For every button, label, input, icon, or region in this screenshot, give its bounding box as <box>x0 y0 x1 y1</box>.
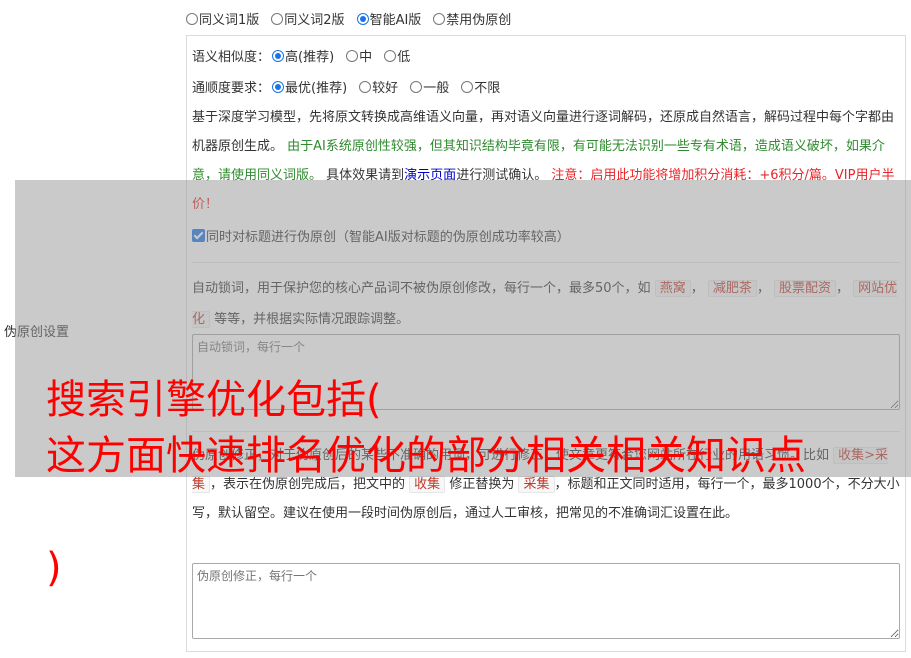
mode-option-smart-ai[interactable]: 智能AI版 <box>356 9 422 28</box>
option-label: 低 <box>397 50 411 65</box>
mode-label: 禁用伪原创 <box>446 13 512 28</box>
headline-line: 这方面快速排名优化的部分相关相关知识点 <box>46 433 806 479</box>
mode-option-synonym-v1[interactable]: 同义词1版 <box>186 9 259 28</box>
mode-selector: 同义词1版 同义词2版 智能AI版 禁用伪原创 <box>186 9 511 28</box>
fluency-row: 通顺度要求： 最优(推荐) 较好 一般 不限 <box>192 77 500 96</box>
mode-label: 同义词2版 <box>284 13 345 28</box>
fluency-option-normal[interactable]: 一般 <box>410 77 449 96</box>
mode-option-synonym-v2[interactable]: 同义词2版 <box>271 9 345 28</box>
headline-line: 搜索引擎优化包括( <box>46 377 382 423</box>
option-label: 一般 <box>423 81 450 96</box>
radio-checked-icon[interactable] <box>356 12 369 25</box>
similarity-row: 语义相似度： 高(推荐) 中 低 <box>192 46 410 65</box>
fluency-option-unlimited[interactable]: 不限 <box>461 77 500 96</box>
similarity-option-low[interactable]: 低 <box>384 46 410 65</box>
radio-icon[interactable] <box>346 49 359 62</box>
option-label: 不限 <box>474 81 501 96</box>
radio-icon[interactable] <box>433 12 446 25</box>
radio-icon[interactable] <box>410 80 423 93</box>
option-label: 高(推荐) <box>285 50 335 65</box>
fluency-option-good[interactable]: 较好 <box>359 77 398 96</box>
mode-option-disable[interactable]: 禁用伪原创 <box>433 9 511 28</box>
similarity-option-medium[interactable]: 中 <box>346 46 372 65</box>
mode-label: 同义词1版 <box>199 13 260 28</box>
radio-icon[interactable] <box>461 80 474 93</box>
overlay-headline: 搜索引擎优化包括( 这方面快速排名优化的部分相关相关知识点 ) <box>46 372 886 596</box>
radio-icon[interactable] <box>271 12 284 25</box>
similarity-label: 语义相似度： <box>192 50 271 65</box>
fluency-option-best[interactable]: 最优(推荐) <box>272 77 347 96</box>
option-label: 中 <box>359 50 373 65</box>
radio-checked-icon[interactable] <box>272 80 285 93</box>
radio-icon[interactable] <box>359 80 372 93</box>
headline-line: ) <box>46 545 62 591</box>
option-label: 较好 <box>372 81 399 96</box>
radio-icon[interactable] <box>186 12 198 25</box>
radio-checked-icon[interactable] <box>272 49 285 62</box>
fluency-label: 通顺度要求： <box>192 81 271 96</box>
option-label: 最优(推荐) <box>285 81 348 96</box>
mode-label: 智能AI版 <box>369 13 422 28</box>
similarity-option-high[interactable]: 高(推荐) <box>272 46 334 65</box>
radio-icon[interactable] <box>384 49 397 62</box>
